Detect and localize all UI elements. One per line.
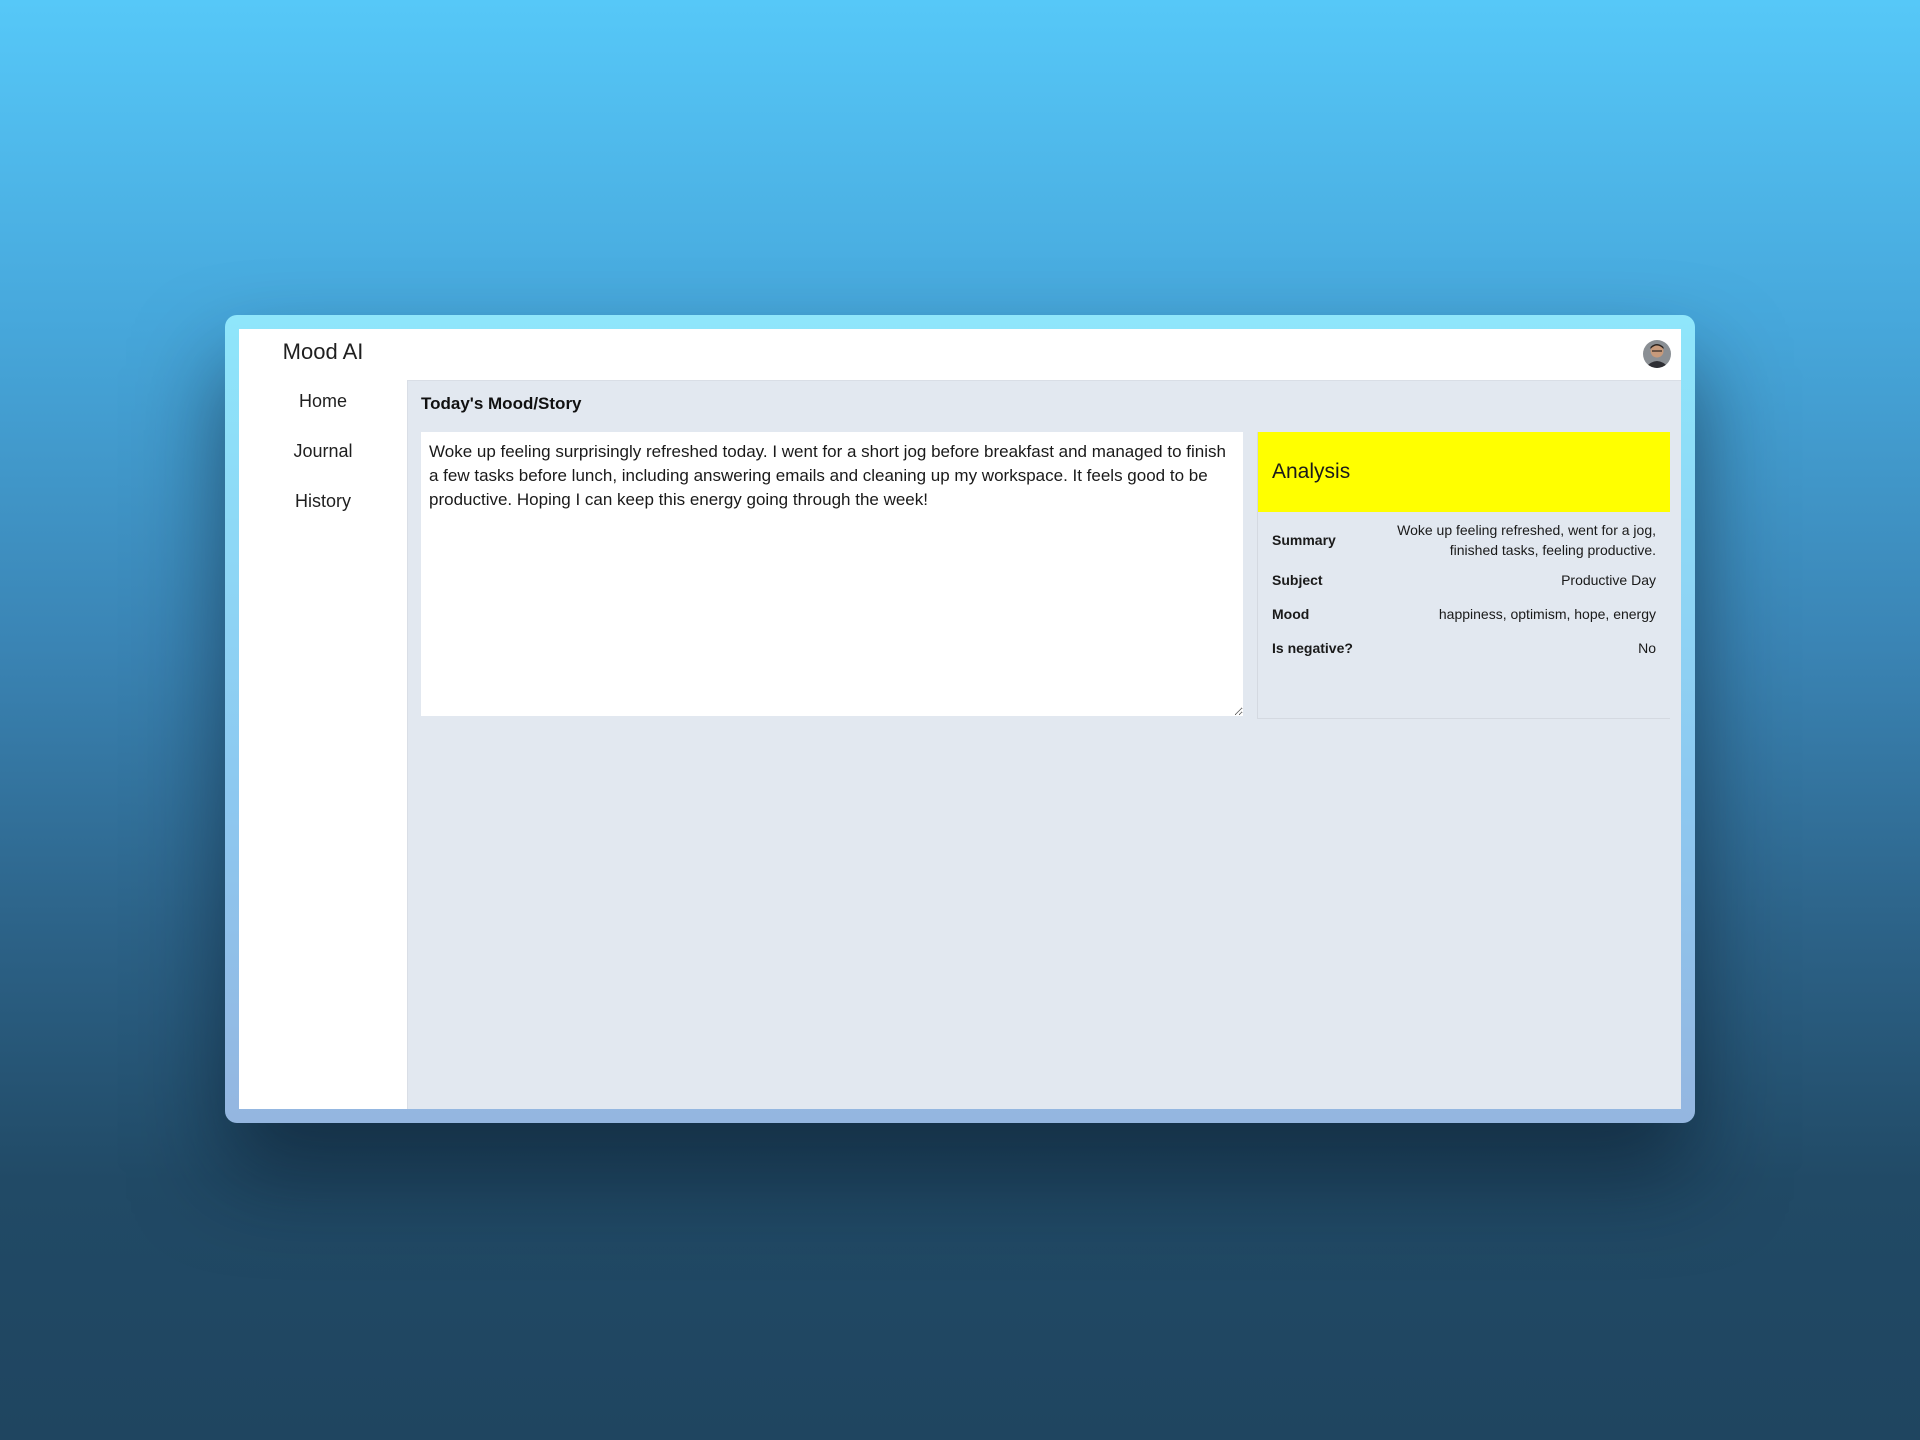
summary-label: Summary [1272, 532, 1336, 548]
user-avatar[interactable] [1643, 340, 1671, 368]
analysis-header: Analysis [1258, 432, 1670, 512]
analysis-panel: Analysis Summary Woke up feeling refresh… [1257, 432, 1670, 719]
sidebar: Mood AI Home Journal History [239, 329, 408, 1109]
sidebar-item-home[interactable]: Home [239, 389, 407, 439]
subject-value: Productive Day [1561, 572, 1656, 588]
analysis-row-subject: Subject Productive Day [1272, 570, 1656, 590]
top-bar [407, 329, 1681, 381]
sidebar-nav: Home Journal History [239, 389, 407, 539]
summary-value: Woke up feeling refreshed, went for a jo… [1397, 522, 1656, 558]
analysis-list: Summary Woke up feeling refreshed, went … [1258, 512, 1670, 658]
subject-label: Subject [1272, 572, 1323, 588]
mood-story-textarea[interactable] [421, 432, 1243, 716]
sidebar-item-journal[interactable]: Journal [239, 439, 407, 489]
analysis-row-summary: Summary Woke up feeling refreshed, went … [1272, 520, 1656, 560]
analysis-row-mood: Mood happiness, optimism, hope, energy [1272, 604, 1656, 624]
is-negative-label: Is negative? [1272, 640, 1353, 656]
app-brand: Mood AI [282, 339, 364, 364]
app-window: Mood AI Home Journal History Today's Moo… [239, 329, 1681, 1109]
page-title: Today's Mood/Story [421, 394, 582, 413]
sidebar-item-history[interactable]: History [239, 489, 407, 539]
app-frame: Mood AI Home Journal History Today's Moo… [225, 315, 1695, 1123]
main-content: Today's Mood/Story Analysis Summary Woke… [407, 381, 1681, 1109]
avatar-icon [1643, 340, 1671, 368]
is-negative-value: No [1638, 640, 1656, 656]
analysis-row-is-negative: Is negative? No [1272, 638, 1656, 658]
mood-value: happiness, optimism, hope, energy [1438, 606, 1656, 622]
mood-label: Mood [1272, 606, 1310, 622]
